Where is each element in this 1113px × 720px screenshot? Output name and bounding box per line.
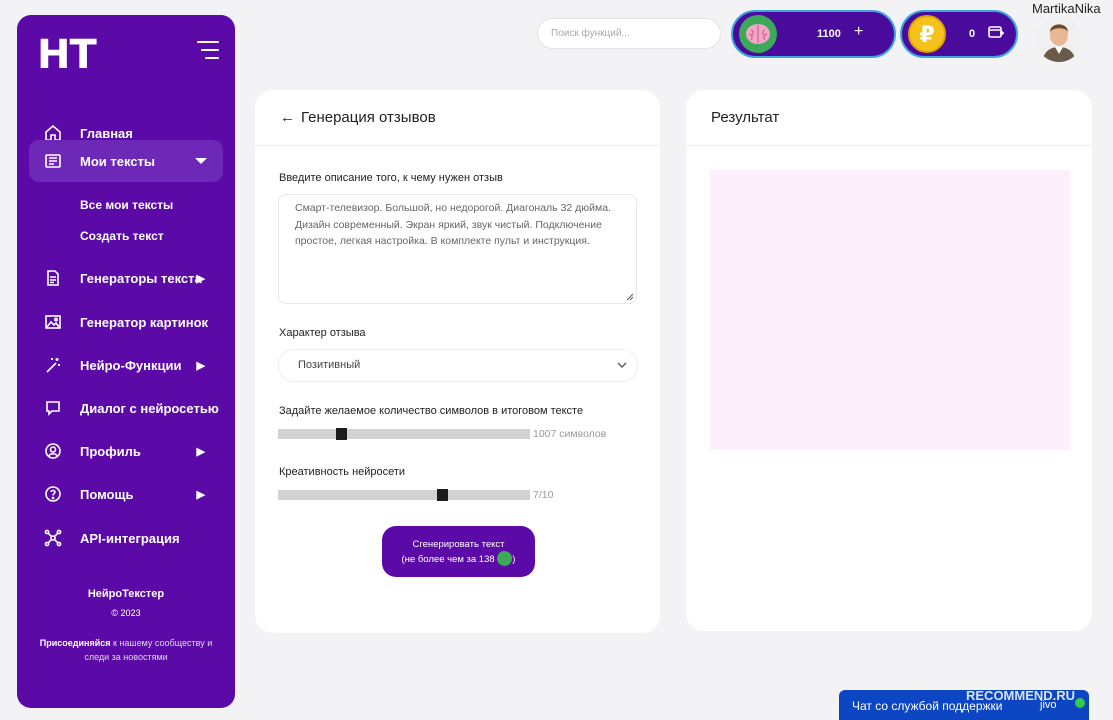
generate-button-label: Сгенерировать текст <box>412 539 505 550</box>
chevron-right-icon: ▶ <box>196 488 205 501</box>
magic-wand-icon <box>43 355 63 375</box>
svg-text:₽: ₽ <box>919 23 934 48</box>
avatar[interactable] <box>1036 16 1082 62</box>
rubles-balance[interactable]: ₽ 0 <box>900 10 1018 58</box>
add-tokens-button[interactable]: + <box>854 23 863 41</box>
sidebar-item-text-generators[interactable]: Генераторы текста ▶ <box>29 257 223 299</box>
chevron-right-icon: ▶ <box>196 359 205 372</box>
review-form-card: ← Генерация отзывов Введите описание тог… <box>255 90 660 633</box>
creativity-slider[interactable] <box>278 489 530 501</box>
rubles-amount: 0 <box>969 28 976 40</box>
sidebar-item-dialog[interactable]: Диалог с нейросетью <box>29 387 223 429</box>
sidebar-item-label: Генераторы текста <box>80 270 202 286</box>
page-title: Генерация отзывов <box>301 109 436 126</box>
sidebar-item-label: Главная <box>80 125 133 141</box>
result-header: Результат <box>686 90 1092 146</box>
ruble-coin-icon: ₽ <box>908 15 946 53</box>
document-icon <box>43 268 63 288</box>
generate-button[interactable]: Сгенерировать текст (не более чем за 138… <box>382 526 535 577</box>
chevron-down-icon <box>195 158 207 164</box>
tokens-balance[interactable]: 1100 + <box>731 10 896 58</box>
form-header: ← Генерация отзывов <box>255 90 660 146</box>
creativity-slider-thumb[interactable] <box>437 489 449 501</box>
image-icon <box>43 312 63 332</box>
length-slider-thumb[interactable] <box>335 428 347 440</box>
description-label: Введите описание того, к чему нужен отзы… <box>279 172 503 184</box>
description-value: Смарт-телевизор. Большой, но недорогой. … <box>295 202 612 247</box>
tokens-amount: 1100 <box>817 28 841 40</box>
brain-icon <box>739 15 777 53</box>
username: MartikaNika <box>1032 1 1101 16</box>
sidebar-item-label: API-интеграция <box>80 530 180 546</box>
result-title: Результат <box>711 109 780 126</box>
result-output[interactable] <box>710 170 1070 450</box>
chevron-down-icon <box>617 350 627 394</box>
creativity-value: 7/10 <box>533 489 554 501</box>
wallet-topup-icon[interactable] <box>988 25 1004 44</box>
sidebar-item-neuro-functions[interactable]: Нейро-Функции ▶ <box>29 344 223 386</box>
footer-community-text: Присоединяйся к нашему сообществу и след… <box>37 636 215 664</box>
description-textarea[interactable]: Смарт-телевизор. Большой, но недорогой. … <box>278 194 637 304</box>
footer-copyright: © 2023 <box>111 608 141 618</box>
online-status-icon <box>1075 698 1085 708</box>
brain-icon <box>497 551 513 566</box>
sidebar: НТ Главная Мои тексты Все мои тексты Соз… <box>17 15 235 708</box>
sidebar-subitem-all-texts[interactable]: Все мои тексты <box>80 198 173 212</box>
generate-button-cost: (не более чем за 138 <box>401 554 495 566</box>
chat-icon <box>43 398 63 418</box>
sidebar-item-label: Нейро-Функции <box>80 357 182 373</box>
sidebar-item-label: Мои тексты <box>80 153 156 169</box>
sidebar-item-label: Профиль <box>80 443 141 459</box>
length-label: Задайте желаемое количество символов в и… <box>279 405 584 417</box>
character-select[interactable]: Позитивный <box>278 349 638 382</box>
sidebar-item-image-generator[interactable]: Генератор картинок <box>29 301 223 343</box>
sidebar-subitem-create-text[interactable]: Создать текст <box>80 229 164 243</box>
sidebar-item-my-texts[interactable]: Мои тексты <box>29 140 223 182</box>
api-icon <box>43 528 63 548</box>
sidebar-item-profile[interactable]: Профиль ▶ <box>29 430 223 472</box>
generate-button-close: ) <box>512 554 516 566</box>
join-link[interactable]: Присоединяйся <box>40 638 111 648</box>
character-value: Позитивный <box>298 359 361 371</box>
back-arrow-icon[interactable]: ← <box>280 109 295 126</box>
footer-brand: НейроТекстер <box>87 588 165 600</box>
creativity-label: Креативность нейросети <box>279 466 406 478</box>
length-value: 1007 символов <box>533 428 607 440</box>
sidebar-item-label: Диалог с нейросетью <box>80 400 219 416</box>
chevron-right-icon: ▶ <box>196 445 205 458</box>
sidebar-item-label: Генератор картинок <box>80 314 209 330</box>
menu-toggle-icon[interactable] <box>197 41 219 65</box>
logo[interactable]: НТ <box>37 32 97 78</box>
result-card: Результат <box>686 90 1092 631</box>
chevron-right-icon: ▶ <box>196 272 205 285</box>
search-input[interactable]: Поиск функций... <box>537 18 721 49</box>
book-icon <box>43 151 63 171</box>
sidebar-item-api[interactable]: API-интеграция <box>29 517 223 559</box>
profile-icon <box>43 441 63 461</box>
watermark: RECOMMEND.RU <box>966 688 1076 703</box>
sidebar-item-label: Помощь <box>80 486 134 502</box>
resize-handle-icon[interactable] <box>626 293 634 301</box>
length-slider[interactable] <box>278 428 530 440</box>
sidebar-item-help[interactable]: Помощь ▶ <box>29 473 223 515</box>
help-icon <box>43 484 63 504</box>
character-label: Характер отзыва <box>279 327 366 339</box>
